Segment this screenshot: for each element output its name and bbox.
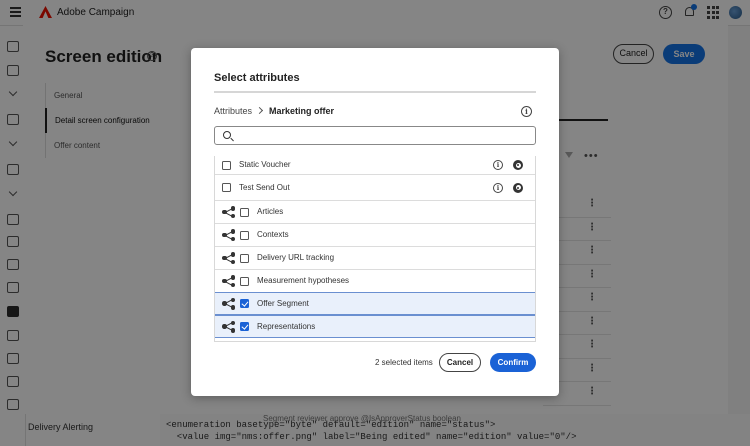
divider: [214, 91, 536, 93]
attribute-label: Static Voucher: [239, 160, 291, 169]
attribute-label: Delivery URL tracking: [257, 253, 335, 262]
checkbox-test-send-out[interactable]: [222, 183, 231, 192]
attribute-row[interactable]: Articles: [215, 200, 535, 223]
checkbox-contexts[interactable]: [240, 230, 249, 240]
checkbox-representations[interactable]: [240, 322, 249, 331]
checkbox-offer-segment[interactable]: [240, 299, 249, 308]
attribute-label: Test Send Out: [239, 182, 290, 192]
info-icon[interactable]: i: [521, 106, 532, 117]
breadcrumb-current: Marketing offer: [269, 106, 335, 116]
select-attributes-dialog: Select attributes Attributes Marketing of…: [191, 48, 559, 396]
info-icon[interactable]: i: [493, 160, 503, 170]
attribute-label: Representations: [257, 321, 316, 331]
link-icon: [222, 252, 235, 264]
link-icon: [222, 275, 235, 287]
checkbox-static-voucher[interactable]: [222, 160, 231, 170]
attribute-label: Contexts: [257, 230, 289, 239]
search-input[interactable]: [237, 129, 527, 142]
search-icon: [223, 131, 231, 139]
link-icon: [222, 297, 235, 310]
attribute-row[interactable]: Offer Segment: [215, 292, 535, 315]
checkbox-delivery-url-tracking[interactable]: [240, 253, 249, 263]
attribute-row[interactable]: Contexts: [215, 223, 535, 246]
link-icon: [222, 320, 235, 333]
attribute-label: Offer Segment: [257, 298, 309, 308]
attribute-label: Measurement hypotheses: [257, 276, 350, 285]
attribute-row[interactable]: Static Voucher i: [215, 156, 535, 174]
settings-icon[interactable]: [513, 182, 523, 193]
cancel-button[interactable]: Cancel: [439, 353, 481, 372]
attribute-list: Static Voucher i Test Send Out i Articles Con…: [214, 156, 536, 342]
settings-icon[interactable]: [513, 160, 523, 170]
checkbox-measurement-hypotheses[interactable]: [240, 276, 249, 286]
breadcrumb-root[interactable]: Attributes: [214, 106, 252, 116]
checkbox-articles[interactable]: [240, 207, 249, 217]
search-box[interactable]: [214, 126, 536, 145]
attribute-label: Articles: [257, 207, 284, 216]
attribute-row[interactable]: Delivery URL tracking: [215, 246, 535, 269]
chevron-right-icon: [255, 106, 264, 115]
attribute-row[interactable]: Test Send Out i: [215, 174, 535, 200]
confirm-button[interactable]: Confirm: [490, 353, 536, 372]
attribute-row[interactable]: Representations: [215, 315, 535, 338]
info-icon[interactable]: i: [493, 182, 503, 193]
breadcrumb: Attributes Marketing offer: [214, 106, 334, 116]
attribute-row[interactable]: Measurement hypotheses: [215, 269, 535, 292]
link-icon: [222, 206, 235, 218]
dialog-title: Select attributes: [214, 72, 300, 84]
selected-count: 2 selected items: [375, 358, 433, 367]
link-icon: [222, 229, 235, 241]
